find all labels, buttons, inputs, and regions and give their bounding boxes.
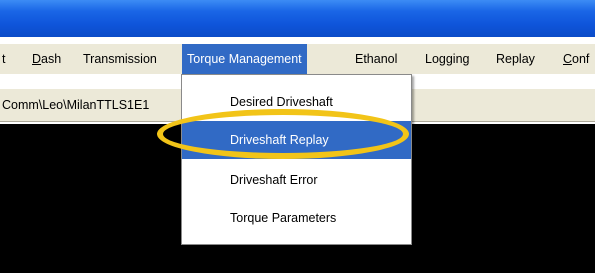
menu-item-label: Logging (425, 52, 470, 66)
menu-item-label: Transmission (83, 52, 157, 66)
menu-item-transmission[interactable]: Transmission (83, 44, 157, 74)
menu-item-accelerator: C (563, 52, 573, 66)
menu-item-accelerator: D (32, 52, 42, 66)
menu-option-label: Torque Parameters (230, 211, 337, 225)
menu-item-torque-management[interactable]: Torque Management (182, 44, 307, 74)
menu-option-driveshaft-replay[interactable]: Driveshaft Replay (182, 121, 411, 159)
menu-item-replay[interactable]: Replay (496, 44, 535, 74)
menu-item-label: Replay (496, 52, 535, 66)
menu-item-label: onf (572, 52, 590, 66)
window-titlebar (0, 0, 595, 37)
menu-item-label: t (2, 52, 6, 66)
menu-option-torque-parameters[interactable]: Torque Parameters (182, 199, 411, 237)
menu-item-dash[interactable]: Dash (32, 44, 61, 74)
menu-item-label: Ethanol (355, 52, 398, 66)
menu-item-label: ash (41, 52, 62, 66)
menu-option-desired-driveshaft[interactable]: Desired Driveshaft (182, 83, 411, 121)
menu-item-config-partial[interactable]: Conf (563, 44, 589, 74)
menu-item-logging[interactable]: Logging (425, 44, 470, 74)
menu-option-driveshaft-error[interactable]: Driveshaft Error (182, 161, 411, 199)
menu-item-label: Torque Management (187, 52, 302, 66)
menu-option-label: Desired Driveshaft (230, 95, 333, 109)
menu-bar: t Dash Transmission Torque Management Et… (0, 44, 595, 74)
menu-option-label: Driveshaft Replay (230, 133, 329, 147)
torque-management-dropdown: Desired Driveshaft Driveshaft Replay Dri… (181, 74, 412, 245)
menu-item-partial-left[interactable]: t (2, 44, 5, 74)
file-path-text: Comm\Leo\MilanTTLS1E1 (2, 98, 150, 112)
menu-item-ethanol[interactable]: Ethanol (355, 44, 397, 74)
menu-option-label: Driveshaft Error (230, 173, 318, 187)
